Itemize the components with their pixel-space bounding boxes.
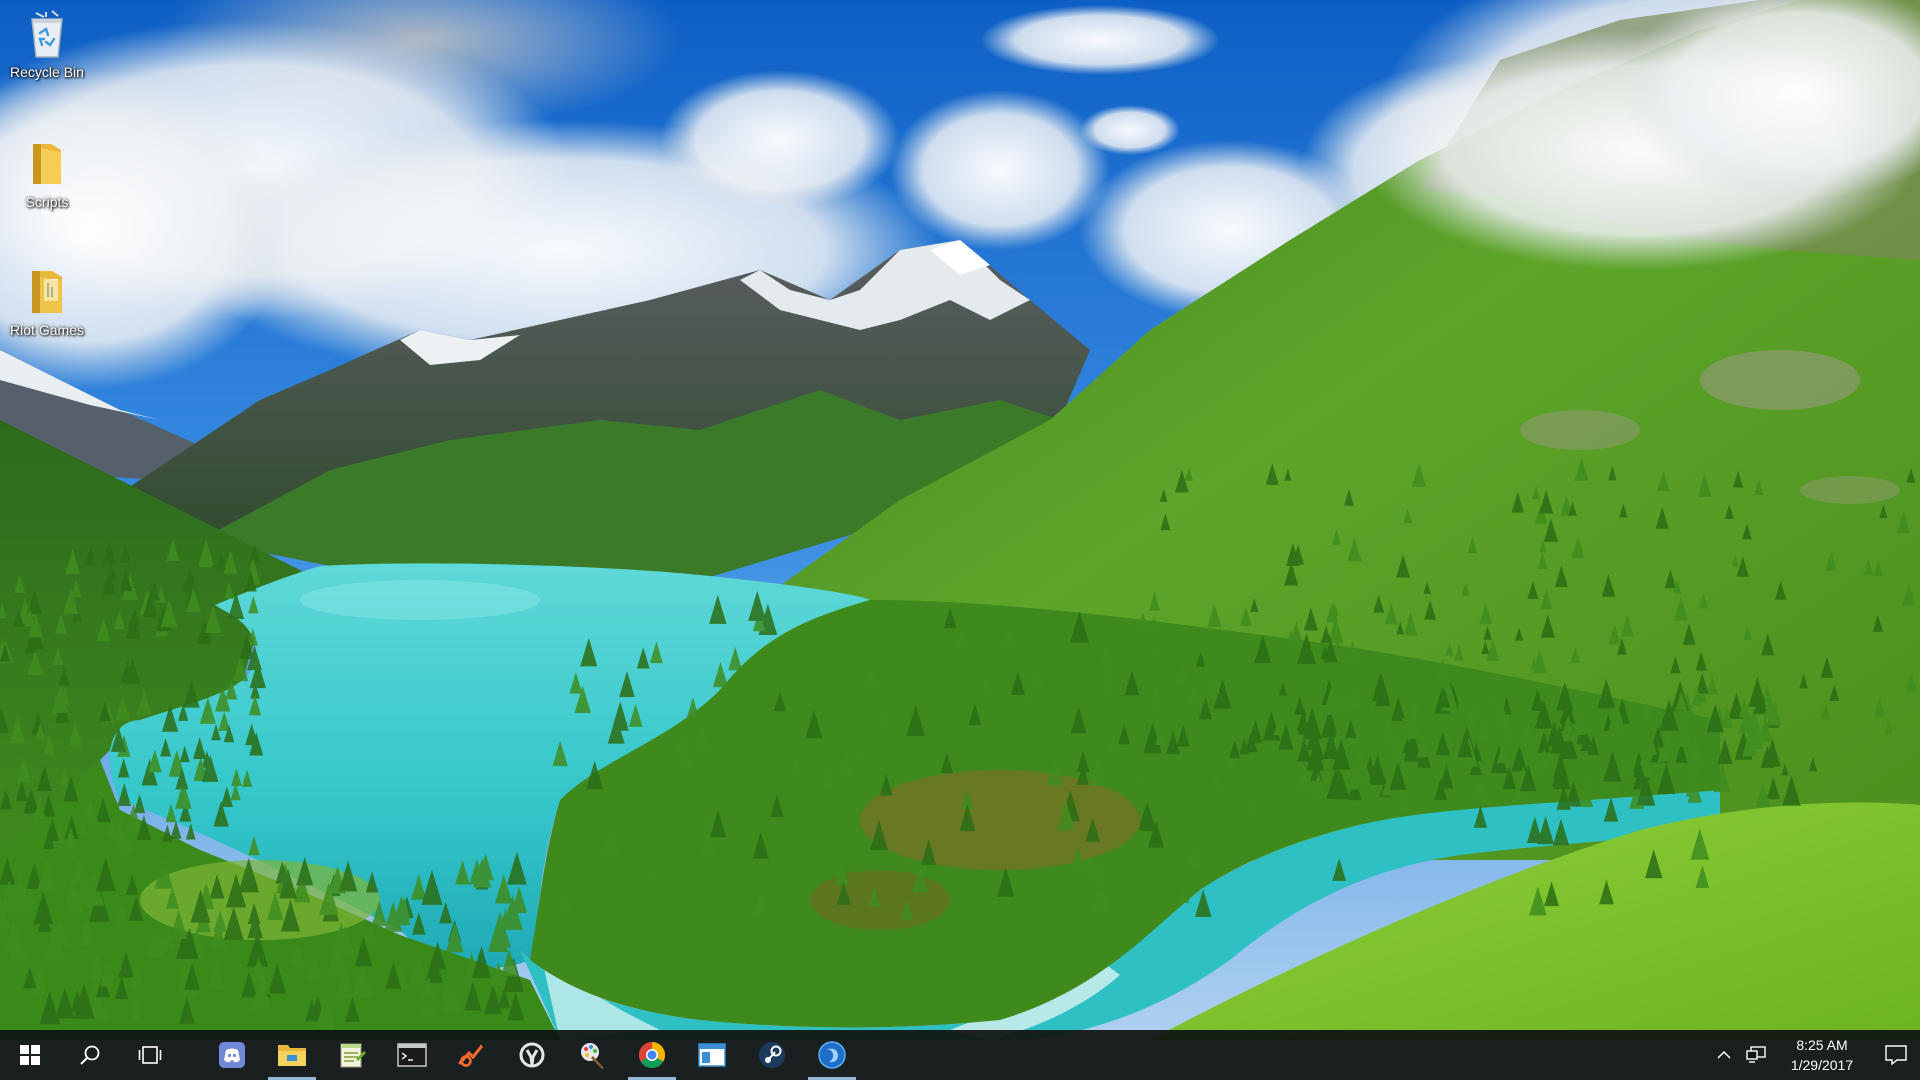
clock-time: 8:25 AM	[1796, 1037, 1848, 1053]
desktop-wallpaper	[0, 0, 1920, 1080]
show-hidden-icons-button[interactable]	[1708, 1030, 1740, 1080]
window-icon	[698, 1043, 726, 1067]
taskbar-app-blue[interactable]	[802, 1030, 862, 1080]
folder-icon	[21, 266, 73, 318]
desktop-icon-label: Recycle Bin	[10, 64, 84, 80]
steam-icon	[759, 1042, 785, 1068]
desktop-icon-riot-games[interactable]: Riot Games	[2, 266, 92, 338]
taskbar-app-chrome[interactable]	[622, 1030, 682, 1080]
paint-icon	[581, 1043, 604, 1069]
taskbar: 8:25 AM 1/29/2017	[0, 1030, 1920, 1080]
notification-icon	[1885, 1045, 1907, 1065]
search-button[interactable]	[60, 1030, 120, 1080]
desktop-icon-scripts[interactable]: Scripts	[2, 138, 92, 210]
system-tray: 8:25 AM 1/29/2017	[1708, 1030, 1920, 1080]
taskbar-app-overwatch[interactable]	[502, 1030, 562, 1080]
folder-icon	[21, 138, 73, 190]
taskbar-app-discord[interactable]	[202, 1030, 262, 1080]
origin-icon	[458, 1044, 483, 1067]
task-view-button[interactable]	[120, 1030, 180, 1080]
taskbar-app-notepad-plus[interactable]	[322, 1030, 382, 1080]
clock-date: 1/29/2017	[1790, 1057, 1854, 1073]
desktop-icon-label: Scripts	[25, 194, 69, 210]
chrome-icon	[638, 1041, 666, 1069]
task-view-icon	[138, 1046, 162, 1064]
globe-icon	[818, 1041, 846, 1069]
network-button[interactable]	[1740, 1030, 1772, 1080]
taskbar-app-window[interactable]	[682, 1030, 742, 1080]
clock[interactable]: 8:25 AM 1/29/2017	[1772, 1030, 1872, 1080]
network-icon	[1746, 1046, 1766, 1063]
taskbar-app-command-prompt[interactable]	[382, 1030, 442, 1080]
recycle-bin-icon	[21, 8, 73, 60]
windows-logo-icon	[20, 1045, 40, 1065]
desktop-icon-recycle-bin[interactable]: Recycle Bin	[2, 8, 92, 80]
terminal-icon	[397, 1043, 427, 1067]
overwatch-icon	[519, 1042, 545, 1068]
search-icon	[80, 1045, 100, 1065]
taskbar-app-paint[interactable]	[562, 1030, 622, 1080]
taskbar-app-origin[interactable]	[442, 1030, 502, 1080]
start-button[interactable]	[0, 1030, 60, 1080]
taskbar-app-file-explorer[interactable]	[262, 1030, 322, 1080]
discord-icon	[219, 1042, 245, 1068]
taskbar-app-steam[interactable]	[742, 1030, 802, 1080]
chevron-up-icon	[1717, 1050, 1731, 1059]
action-center-button[interactable]	[1872, 1030, 1920, 1080]
notepad-icon	[340, 1043, 366, 1068]
desktop-icon-label: Riot Games	[10, 322, 84, 338]
folder-icon	[278, 1045, 306, 1066]
